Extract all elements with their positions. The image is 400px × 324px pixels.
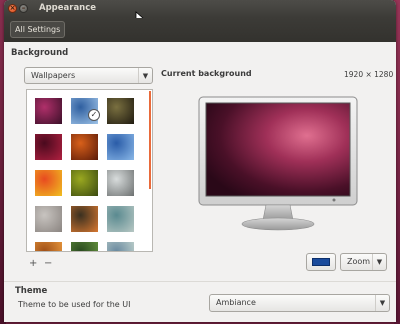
window-title: Appearance	[39, 3, 97, 13]
wallpaper-thumbnail[interactable]	[107, 206, 134, 232]
wallpaper-thumbnail[interactable]	[71, 170, 98, 196]
wallpaper-thumbnail[interactable]	[71, 134, 98, 160]
background-heading: Background	[11, 48, 69, 58]
minimize-window-button[interactable]: –	[19, 4, 28, 13]
wallpaper-thumbnail[interactable]	[107, 98, 134, 124]
section-divider	[4, 281, 396, 282]
color-swatch	[312, 258, 330, 266]
wallpaper-thumbnail[interactable]	[71, 206, 98, 232]
toolbar: All Settings	[4, 18, 396, 42]
add-wallpaper-button[interactable]: +	[29, 258, 37, 269]
current-background-heading: Current background	[161, 69, 252, 78]
chevron-down-icon: ▼	[375, 295, 389, 311]
remove-wallpaper-button[interactable]: −	[44, 258, 52, 269]
all-settings-button[interactable]: All Settings	[10, 21, 66, 38]
close-window-button[interactable]: ×	[8, 4, 17, 13]
minimize-icon: –	[21, 4, 26, 12]
wallpaper-thumbnail[interactable]: ✓	[71, 98, 100, 124]
theme-heading: Theme	[15, 286, 48, 296]
gallery-scroll-indicator[interactable]	[149, 91, 151, 189]
wallpaper-resolution: 1920 × 1280	[344, 70, 394, 79]
selected-check-icon: ✓	[88, 109, 100, 121]
wallpaper-thumbnail[interactable]	[71, 242, 98, 251]
wallpaper-thumbnail[interactable]	[35, 206, 62, 232]
chevron-down-icon: ▼	[372, 254, 386, 270]
wallpaper-thumbnail[interactable]	[107, 242, 134, 251]
wallpaper-thumbnail[interactable]	[35, 134, 62, 160]
background-source-value: Wallpapers	[31, 71, 76, 80]
wallpaper-gallery[interactable]: ✓	[26, 89, 153, 252]
wallpaper-thumbnail[interactable]	[35, 98, 62, 124]
placement-value: Zoom	[347, 257, 371, 266]
appearance-window: × – Appearance All Settings Background W…	[4, 0, 396, 322]
background-color-button[interactable]	[306, 253, 336, 271]
placement-select[interactable]: Zoom ▼	[340, 253, 387, 271]
theme-value: Ambiance	[216, 298, 256, 307]
background-source-select[interactable]: Wallpapers ▼	[24, 67, 153, 84]
title-bar[interactable]: × – Appearance	[4, 0, 396, 25]
wallpaper-thumbnail[interactable]	[107, 170, 134, 196]
wallpaper-thumbnail[interactable]	[35, 170, 62, 196]
theme-select[interactable]: Ambiance ▼	[209, 294, 390, 312]
close-icon: ×	[9, 4, 16, 12]
wallpaper-thumbnail[interactable]	[107, 134, 134, 160]
wallpaper-thumbnail[interactable]	[35, 242, 62, 251]
monitor-preview	[198, 96, 358, 231]
theme-description: Theme to be used for the UI	[18, 300, 131, 309]
chevron-down-icon: ▼	[138, 68, 152, 83]
